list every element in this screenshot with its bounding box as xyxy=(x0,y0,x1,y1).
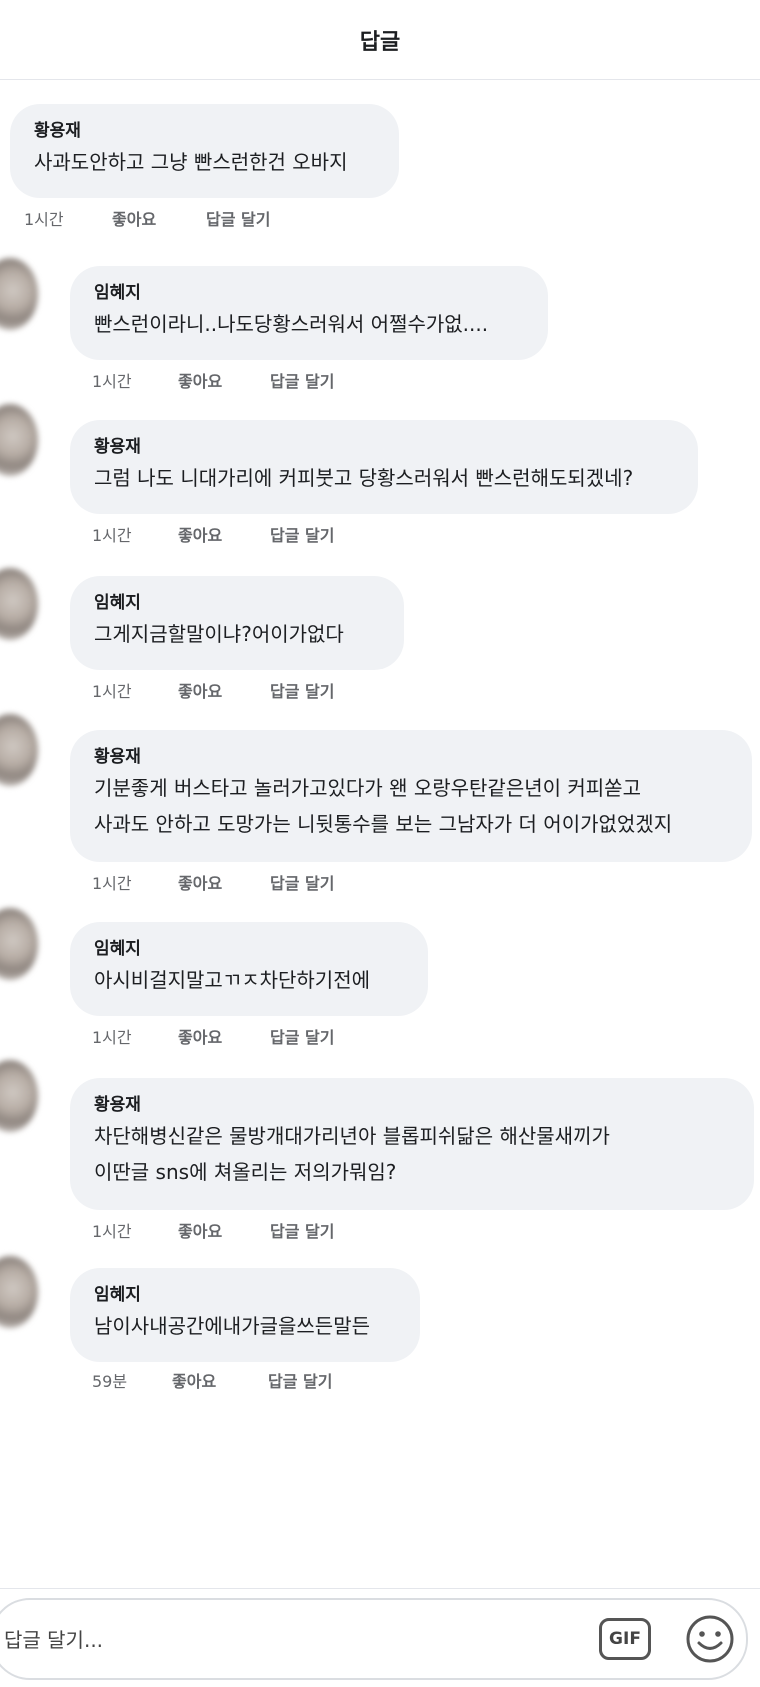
header: 답글 xyxy=(0,0,760,80)
comment-actions: 1시간 좋아요 답글 달기 xyxy=(24,206,270,230)
comment-timestamp: 59분 xyxy=(92,1372,128,1391)
comment-author[interactable]: 황용재 xyxy=(94,434,676,460)
comment-text: 그럼 나도 니대가리에 커피붓고 당황스러워서 빤스런해도되겠네? xyxy=(94,466,634,490)
page-title: 답글 xyxy=(359,29,401,55)
like-button[interactable]: 좋아요 xyxy=(178,1024,270,1048)
reply-input[interactable]: 답글 달기... xyxy=(4,1624,103,1653)
comment-text: 아시비걸지말고ㄲㅈ차단하기전에 xyxy=(94,968,370,992)
avatar[interactable] xyxy=(0,568,38,640)
comment-author[interactable]: 임혜지 xyxy=(94,590,382,616)
reply-button[interactable]: 답글 달기 xyxy=(206,206,270,230)
comment-author[interactable]: 임혜지 xyxy=(94,936,406,962)
reply-composer[interactable]: 답글 달기... GIF xyxy=(0,1598,748,1680)
comment-actions: 1시간 좋아요 답글 달기 xyxy=(92,1024,334,1048)
comment-bubble[interactable]: 임혜지 그게지금할말이냐?어이가없다 xyxy=(70,576,404,670)
reply-button[interactable]: 답글 달기 xyxy=(270,870,334,894)
like-button[interactable]: 좋아요 xyxy=(178,522,270,546)
avatar[interactable] xyxy=(0,404,38,476)
comment-timestamp: 1시간 xyxy=(92,682,132,701)
comment-author[interactable]: 황용재 xyxy=(94,744,730,770)
comment-timestamp: 1시간 xyxy=(92,1222,132,1241)
comment-text: 빤스런이라니..나도당황스러워서 어쩔수가없.... xyxy=(94,312,489,336)
reply-screen: 답글 황용재 사과도안하고 그냥 빤스런한건 오바지 1시간 좋아요 답글 달기… xyxy=(0,0,760,1687)
comment-bubble[interactable]: 황용재 차단해병신같은 물방개대가리년아 블롭피쉬닮은 해산물새끼가 이딴글 s… xyxy=(70,1078,754,1210)
like-button[interactable]: 좋아요 xyxy=(112,206,206,230)
comment-author[interactable]: 임혜지 xyxy=(94,1282,398,1308)
comment-timestamp: 1시간 xyxy=(92,526,132,545)
like-button[interactable]: 좋아요 xyxy=(178,870,270,894)
comment-timestamp: 1시간 xyxy=(92,874,132,893)
smiley-icon[interactable] xyxy=(685,1614,735,1664)
comment-text: 차단해병신같은 물방개대가리년아 블롭피쉬닮은 해산물새끼가 xyxy=(94,1124,610,1148)
comment-bubble[interactable]: 황용재 사과도안하고 그냥 빤스런한건 오바지 xyxy=(10,104,399,198)
comment-author[interactable]: 임혜지 xyxy=(94,280,526,306)
reply-button[interactable]: 답글 달기 xyxy=(270,522,334,546)
like-button[interactable]: 좋아요 xyxy=(172,1368,268,1392)
composer-divider xyxy=(0,1588,760,1589)
comment-actions: 1시간 좋아요 답글 달기 xyxy=(92,368,334,392)
comment-actions: 1시간 좋아요 답글 달기 xyxy=(92,678,334,702)
avatar[interactable] xyxy=(0,258,38,330)
like-button[interactable]: 좋아요 xyxy=(178,368,270,392)
avatar[interactable] xyxy=(0,1256,38,1328)
reply-button[interactable]: 답글 달기 xyxy=(268,1368,332,1392)
reply-button[interactable]: 답글 달기 xyxy=(270,678,334,702)
comment-text: 이딴글 sns에 쳐올리는 저의가뭐임? xyxy=(94,1160,397,1184)
like-button[interactable]: 좋아요 xyxy=(178,1218,270,1242)
reply-button[interactable]: 답글 달기 xyxy=(270,1218,334,1242)
comment-text: 사과도안하고 그냥 빤스런한건 오바지 xyxy=(34,150,348,174)
comment-text: 남이사내공간에내가글을쓰든말든 xyxy=(94,1314,370,1338)
comment-text: 기분좋게 버스타고 놀러가고있다가 왠 오랑우탄같은년이 커피쏟고 xyxy=(94,776,641,800)
avatar[interactable] xyxy=(0,1060,38,1132)
reply-button[interactable]: 답글 달기 xyxy=(270,1024,334,1048)
reply-button[interactable]: 답글 달기 xyxy=(270,368,334,392)
comment-bubble[interactable]: 임혜지 남이사내공간에내가글을쓰든말든 xyxy=(70,1268,420,1362)
comment-timestamp: 1시간 xyxy=(92,372,132,391)
comment-bubble[interactable]: 임혜지 아시비걸지말고ㄲㅈ차단하기전에 xyxy=(70,922,428,1016)
comment-actions: 1시간 좋아요 답글 달기 xyxy=(92,870,334,894)
comment-bubble[interactable]: 황용재 기분좋게 버스타고 놀러가고있다가 왠 오랑우탄같은년이 커피쏟고 사과… xyxy=(70,730,752,862)
avatar[interactable] xyxy=(0,908,38,980)
avatar[interactable] xyxy=(0,714,38,786)
comment-actions: 59분 좋아요 답글 달기 xyxy=(92,1368,332,1392)
comment-timestamp: 1시간 xyxy=(92,1028,132,1047)
gif-button[interactable]: GIF xyxy=(599,1618,651,1660)
comment-bubble[interactable]: 황용재 그럼 나도 니대가리에 커피붓고 당황스러워서 빤스런해도되겠네? xyxy=(70,420,698,514)
comment-bubble[interactable]: 임혜지 빤스런이라니..나도당황스러워서 어쩔수가없.... xyxy=(70,266,548,360)
comment-actions: 1시간 좋아요 답글 달기 xyxy=(92,522,334,546)
comment-author[interactable]: 황용재 xyxy=(34,118,377,144)
comment-text: 사과도 안하고 도망가는 니뒷통수를 보는 그남자가 더 어이가없었겠지 xyxy=(94,812,673,836)
comment-actions: 1시간 좋아요 답글 달기 xyxy=(92,1218,334,1242)
comment-text: 그게지금할말이냐?어이가없다 xyxy=(94,622,344,646)
like-button[interactable]: 좋아요 xyxy=(178,678,270,702)
comment-timestamp: 1시간 xyxy=(24,210,64,229)
comment-author[interactable]: 황용재 xyxy=(94,1092,732,1118)
